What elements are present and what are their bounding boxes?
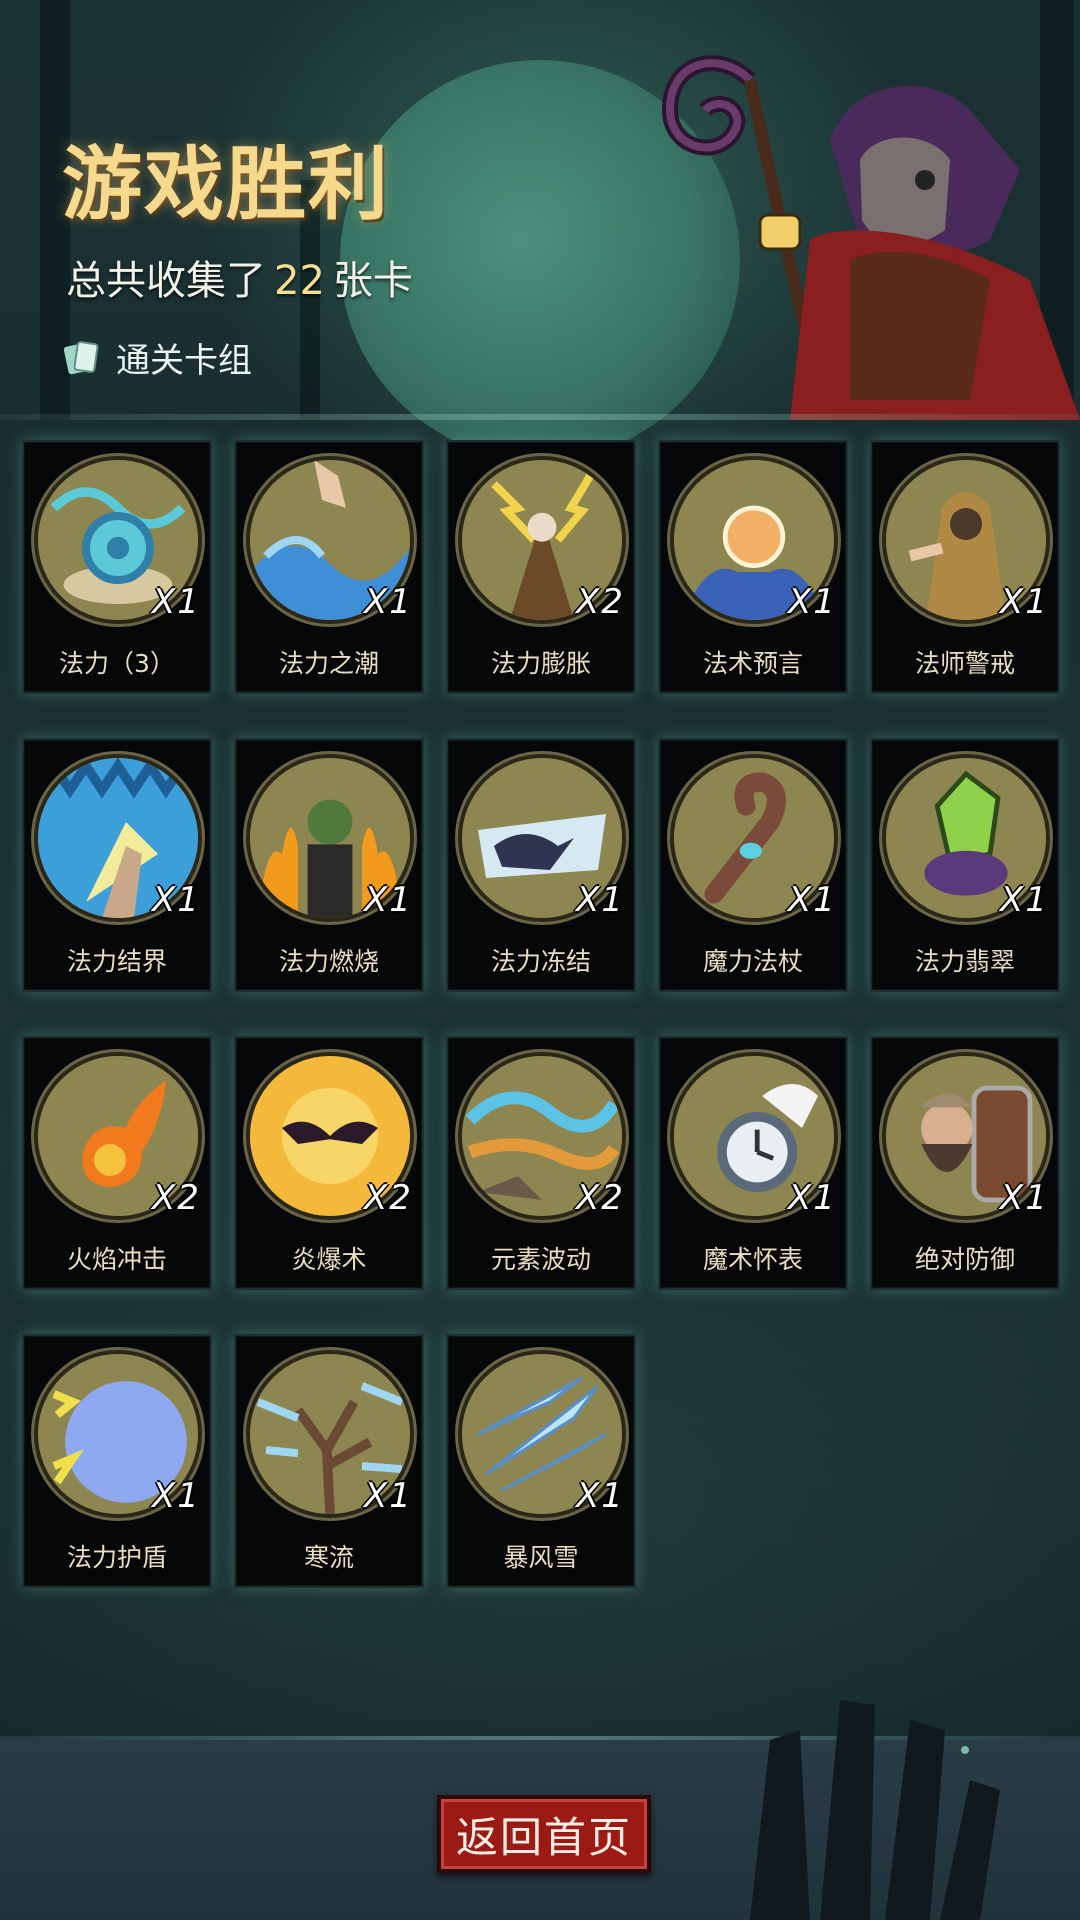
- card-quantity: X1: [1000, 880, 1049, 920]
- card-tile[interactable]: X2 炎爆术: [234, 1036, 424, 1290]
- card-quantity: X2: [364, 1178, 413, 1218]
- card-quantity: X1: [788, 880, 837, 920]
- card-quantity: X1: [364, 880, 413, 920]
- card-name: 元素波动: [490, 1245, 591, 1274]
- card-quantity: X1: [788, 1178, 837, 1218]
- shadow-hand-illustration: [750, 1700, 1000, 1920]
- summary-suffix: 张卡: [332, 258, 413, 304]
- card-name: 法力翡翠: [914, 947, 1015, 976]
- card-tile[interactable]: X1 魔力法杖: [658, 738, 848, 992]
- card-name: 魔术怀表: [702, 1245, 803, 1274]
- cards-icon: [63, 341, 99, 375]
- card-name: 暴风雪: [503, 1543, 579, 1572]
- page-title: 游戏胜利: [62, 138, 390, 231]
- card-grid: X1 法力（3） X1 法力之潮 X2 法力膨胀 X1 法术预言 X1 法师警戒 X1 法力结界 X1 法…: [22, 440, 1062, 1588]
- card-tile[interactable]: X1 法力冻结: [446, 738, 636, 992]
- card-count: 22: [274, 258, 325, 304]
- card-quantity: X1: [152, 1476, 201, 1516]
- card-name: 绝对防御: [914, 1245, 1015, 1274]
- card-tile[interactable]: X2 法力膨胀: [446, 440, 636, 694]
- card-quantity: X1: [1000, 1178, 1049, 1218]
- mage-character-illustration: [661, 55, 1080, 420]
- card-name: 魔力法杖: [702, 947, 803, 976]
- card-tile[interactable]: X2 火焰冲击: [22, 1036, 212, 1290]
- card-quantity: X1: [788, 582, 837, 622]
- card-quantity: X2: [576, 1178, 625, 1218]
- card-name: 法力冻结: [490, 947, 591, 976]
- card-quantity: X1: [576, 880, 625, 920]
- card-name: 法力结界: [66, 947, 167, 976]
- card-quantity: X1: [152, 582, 201, 622]
- card-tile[interactable]: X1 绝对防御: [870, 1036, 1060, 1290]
- card-tile[interactable]: X1 法力翡翠: [870, 738, 1060, 992]
- card-tile[interactable]: X1 法力燃烧: [234, 738, 424, 992]
- card-tile[interactable]: X1 法师警戒: [870, 440, 1060, 694]
- card-tile[interactable]: X1 法力护盾: [22, 1334, 212, 1588]
- card-tile[interactable]: X1 法力（3）: [22, 440, 212, 694]
- card-tile[interactable]: X1 法术预言: [658, 440, 848, 694]
- card-name: 法力燃烧: [278, 947, 379, 976]
- card-quantity: X2: [152, 1178, 201, 1218]
- card-quantity: X1: [576, 1476, 625, 1516]
- card-name: 炎爆术: [291, 1245, 367, 1274]
- card-quantity: X1: [364, 582, 413, 622]
- deck-link[interactable]: 通关卡组: [62, 334, 252, 381]
- card-quantity: X2: [576, 582, 625, 622]
- card-quantity: X1: [364, 1476, 413, 1516]
- card-tile[interactable]: X1 暴风雪: [446, 1334, 636, 1588]
- card-name: 法力之潮: [278, 649, 379, 678]
- card-name: 法力（3）: [59, 649, 175, 678]
- deck-link-label: 通关卡组: [116, 340, 252, 381]
- card-tile[interactable]: X1 法力结界: [22, 738, 212, 992]
- card-name: 法术预言: [702, 649, 803, 678]
- card-name: 法力膨胀: [490, 649, 591, 678]
- return-home-button[interactable]: 返回首页: [437, 1795, 651, 1873]
- card-quantity: X1: [152, 880, 201, 920]
- card-tile[interactable]: X1 寒流: [234, 1334, 424, 1588]
- card-tile[interactable]: X1 魔术怀表: [658, 1036, 848, 1290]
- card-tile[interactable]: X2 元素波动: [446, 1036, 636, 1290]
- card-name: 寒流: [303, 1543, 354, 1572]
- card-name: 火焰冲击: [66, 1245, 167, 1274]
- card-name: 法力护盾: [66, 1543, 167, 1572]
- collection-summary: 总共收集了 22 张卡: [66, 248, 413, 306]
- card-name: 法师警戒: [914, 649, 1015, 678]
- header-divider: [0, 414, 1080, 420]
- card-quantity: X1: [1000, 582, 1049, 622]
- card-tile[interactable]: X1 法力之潮: [234, 440, 424, 694]
- summary-prefix: 总共收集了: [66, 258, 266, 304]
